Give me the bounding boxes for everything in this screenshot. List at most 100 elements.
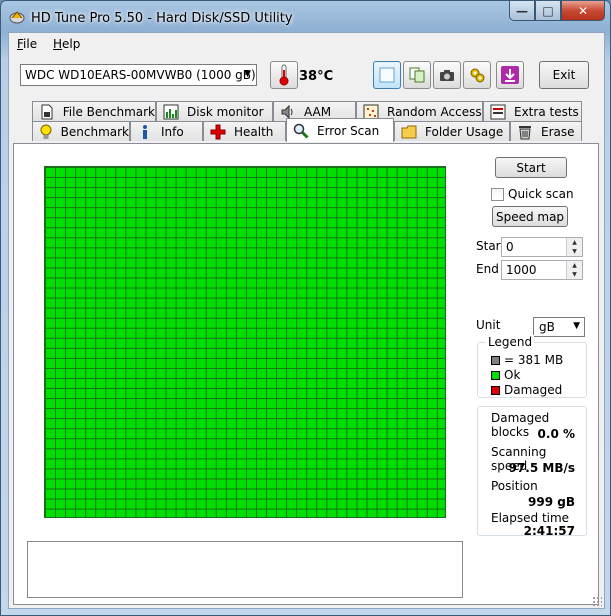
speed-map-label: Speed map (495, 209, 565, 224)
tab-label: File Benchmark (62, 104, 155, 119)
unit-label: Unit (476, 318, 501, 332)
end-input[interactable]: 1000 ▲ ▼ (501, 260, 583, 280)
title-bar[interactable]: HD Tune Pro 5.50 - Hard Disk/SSD Utility… (1, 1, 610, 31)
start-value: 0 (506, 240, 514, 254)
minimize-button[interactable]: — (509, 1, 535, 21)
save-button[interactable] (496, 61, 524, 89)
disk-monitor-icon (163, 104, 179, 120)
magnifier-icon (293, 123, 309, 139)
legend-block-size: = 381 MB (491, 353, 563, 367)
tab-extra-tests[interactable]: Extra tests (483, 101, 582, 121)
client-area: File Help WDC WD10EARS-00MVWB0 (1000 gB)… (8, 32, 605, 609)
gray-swatch-icon (491, 355, 500, 365)
end-spinner[interactable]: ▲ ▼ (566, 261, 582, 279)
screenshot-button[interactable] (433, 61, 461, 89)
end-value: 1000 (506, 263, 537, 277)
legend-ok-text: Ok (504, 368, 521, 382)
options-button[interactable] (463, 61, 491, 89)
start-scan-button[interactable]: Start (495, 157, 567, 178)
start-spinner[interactable]: ▲ ▼ (566, 238, 582, 256)
unit-select[interactable]: gB ▼ (533, 317, 585, 337)
legend-box: Legend = 381 MB Ok Damaged (477, 335, 587, 398)
close-button[interactable]: ✕ (561, 1, 605, 21)
spin-up-icon[interactable]: ▲ (567, 261, 582, 270)
quick-scan-checkbox[interactable]: Quick scan (491, 187, 574, 201)
copy-icon (409, 67, 425, 83)
position-label: Position (491, 479, 538, 493)
elapsed-time-label: Elapsed time (491, 511, 570, 525)
tab-error-scan[interactable]: Error Scan (286, 118, 394, 142)
tab-disk-monitor[interactable]: Disk monitor (156, 101, 273, 121)
tab-info[interactable]: Info (130, 121, 203, 141)
tab-health[interactable]: Health (203, 121, 286, 141)
health-cross-icon (210, 124, 226, 140)
chevron-down-icon: ▼ (573, 321, 580, 331)
unit-value: gB (539, 320, 555, 334)
legend-title: Legend (486, 335, 535, 349)
legend-damaged-text: Damaged (504, 383, 563, 397)
tab-label: Erase (541, 124, 575, 139)
tab-label: Extra tests (514, 104, 579, 119)
window-title: HD Tune Pro 5.50 - Hard Disk/SSD Utility (31, 11, 293, 26)
menu-bar: File Help (9, 33, 604, 53)
tab-benchmark[interactable]: Benchmark (32, 121, 130, 141)
quick-scan-box[interactable] (491, 187, 504, 201)
tab-label: Info (161, 124, 184, 139)
spin-down-icon[interactable]: ▼ (567, 247, 582, 256)
maximize-button[interactable]: □ (535, 1, 561, 21)
app-window: HD Tune Pro 5.50 - Hard Disk/SSD Utility… (0, 0, 611, 616)
green-swatch-icon (491, 370, 500, 380)
exit-button-label: Exit (552, 68, 576, 82)
drive-select[interactable]: WDC WD10EARS-00MVWB0 (1000 gB) ▼ (20, 64, 257, 86)
temperature-button[interactable] (270, 61, 298, 89)
start-scan-label: Start (516, 160, 546, 175)
legend-damaged: Damaged (491, 383, 562, 397)
start-input[interactable]: 0 ▲ ▼ (501, 237, 583, 257)
info-icon (137, 124, 153, 140)
close-icon: ✕ (577, 3, 589, 18)
scanning-speed-value: 97.5 MB/s (508, 461, 575, 475)
legend-block-text: = 381 MB (504, 353, 564, 367)
spin-down-icon[interactable]: ▼ (567, 270, 582, 279)
speed-map-button[interactable]: Speed map (492, 206, 568, 227)
copy-button[interactable] (403, 61, 431, 89)
error-scan-block-map (44, 166, 446, 518)
tab-folder-usage[interactable]: Folder Usage (394, 121, 510, 141)
minimize-icon: — (516, 3, 528, 18)
tab-file-benchmark[interactable]: File Benchmark (32, 101, 156, 121)
tab-strip: File Benchmark Disk monitor AAM Random A… (9, 101, 604, 146)
tab-label: AAM (304, 104, 332, 119)
scan-stats-box: Damaged blocks 0.0 % Scanning speed 97.5… (477, 406, 587, 538)
log-output-box[interactable] (27, 541, 463, 598)
settings-gear-icon (470, 68, 485, 83)
tab-label: Random Access (387, 104, 482, 119)
menu-help[interactable]: Help (53, 37, 80, 51)
save-download-icon (501, 66, 519, 84)
spin-up-icon[interactable]: ▲ (567, 238, 582, 247)
quick-scan-label: Quick scan (508, 187, 574, 201)
temperature-readout: 38°C (299, 69, 334, 84)
folder-icon (401, 124, 417, 140)
tab-label: Disk monitor (187, 104, 264, 119)
lightbulb-icon (39, 124, 53, 140)
legend-ok: Ok (491, 368, 520, 382)
trash-icon (517, 124, 533, 140)
hd-tune-icon (9, 11, 25, 24)
blank-page-icon (379, 67, 395, 83)
tab-label: Folder Usage (425, 124, 504, 139)
exit-button[interactable]: Exit (539, 61, 589, 89)
extra-tests-icon (490, 104, 506, 120)
tab-label: Benchmark (60, 124, 129, 139)
maximize-icon: □ (542, 3, 554, 18)
tab-label: Health (234, 124, 274, 139)
resize-grip-icon[interactable] (592, 596, 602, 606)
tab-erase[interactable]: Erase (510, 121, 582, 141)
chevron-down-icon: ▼ (244, 69, 251, 79)
blank-page-button[interactable] (373, 61, 401, 89)
elapsed-time-value: 2:41:57 (523, 524, 575, 538)
position-value: 999 gB (528, 495, 575, 509)
menu-file[interactable]: File (17, 37, 37, 51)
drive-select-value: WDC WD10EARS-00MVWB0 (1000 gB) (25, 68, 256, 82)
red-swatch-icon (491, 385, 500, 395)
tab-label: Error Scan (317, 123, 380, 138)
